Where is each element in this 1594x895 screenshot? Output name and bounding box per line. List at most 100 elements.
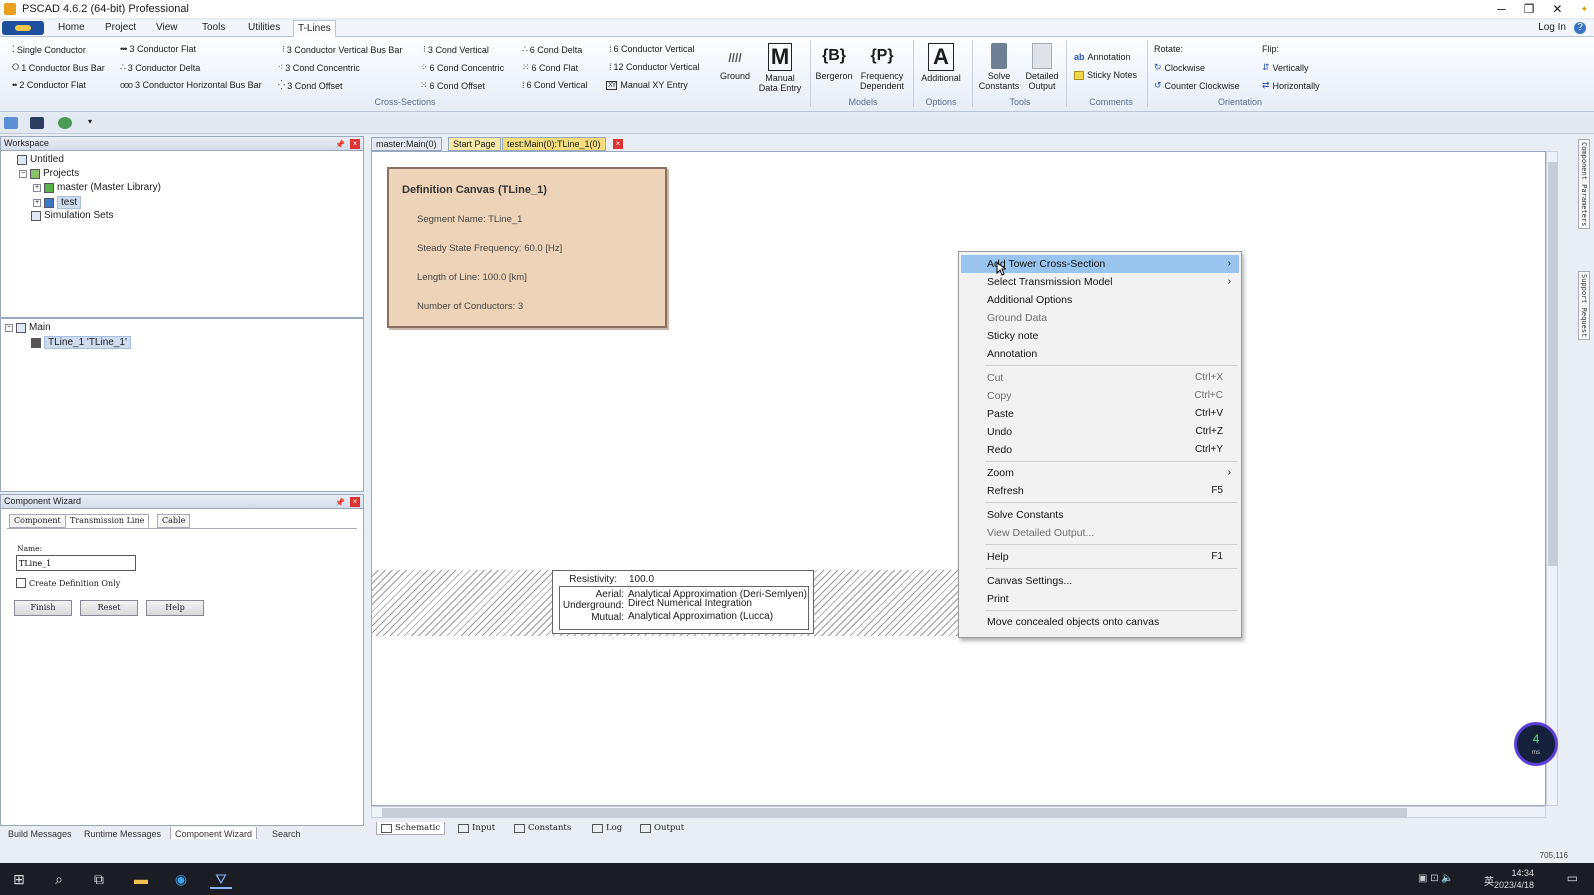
doc-tab-master-main[interactable]: master:Main(0): [371, 137, 442, 151]
flip-horizontally-button[interactable]: ⇄ Horizontally: [1262, 80, 1320, 91]
tree-item-test[interactable]: + test: [33, 196, 82, 209]
save-icon[interactable]: [30, 117, 44, 129]
tree-item-master-library[interactable]: + master (Master Library): [33, 182, 161, 193]
tree-item-tline[interactable]: TLine_1 'TLine_1': [31, 336, 131, 349]
six-cond-offset-button[interactable]: ⁙ 6 Cond Offset: [420, 80, 485, 91]
collapse-icon[interactable]: −: [19, 169, 27, 178]
expand-icon[interactable]: +: [33, 198, 41, 207]
tab-log[interactable]: Log: [588, 822, 626, 834]
pscad-taskbar-icon[interactable]: ⛛: [210, 869, 232, 889]
new-project-icon[interactable]: [4, 117, 18, 129]
customize-toolbar-icon[interactable]: ▾: [88, 117, 96, 129]
clock[interactable]: 14:34 2023/4/18: [1494, 867, 1534, 891]
menu-item-additional-options[interactable]: Additional Options: [961, 291, 1239, 309]
vertical-scroll-thumb[interactable]: [1548, 162, 1557, 566]
horizontal-scrollbar[interactable]: [371, 806, 1546, 818]
bergeron-button[interactable]: {B} Bergeron: [812, 43, 856, 81]
horizontal-scroll-thumb[interactable]: [382, 808, 1407, 817]
tab-input[interactable]: Input: [454, 822, 499, 834]
ground-button[interactable]: //// Ground: [718, 43, 752, 81]
menu-item-undo[interactable]: Undo Ctrl+Z: [961, 423, 1239, 441]
menu-item-paste[interactable]: Paste Ctrl+V: [961, 405, 1239, 423]
pin-button[interactable]: ✦: [1580, 0, 1588, 18]
menu-item-annotation[interactable]: Annotation: [961, 345, 1239, 363]
tree-item-projects[interactable]: − Projects: [19, 168, 79, 179]
additional-options-button[interactable]: A Additional: [915, 43, 967, 83]
collapse-icon[interactable]: −: [5, 323, 13, 332]
support-request-tab[interactable]: Support Request: [1578, 271, 1590, 341]
file-explorer-icon[interactable]: ▬: [130, 869, 152, 889]
menu-item-ground-data[interactable]: Ground Data: [961, 309, 1239, 327]
two-conductor-flat-button[interactable]: •• 2 Conductor Flat: [12, 80, 86, 90]
latency-badge[interactable]: 4 ms: [1514, 722, 1558, 766]
application-menu-button[interactable]: [2, 21, 44, 35]
six-cond-concentric-button[interactable]: ⁘ 6 Cond Concentric: [420, 62, 504, 73]
tab-t-lines[interactable]: T-Lines: [293, 20, 336, 37]
menu-item-zoom[interactable]: Zoom ›: [961, 464, 1239, 482]
tab-home[interactable]: Home: [54, 22, 89, 33]
menu-item-refresh[interactable]: Refresh F5: [961, 482, 1239, 500]
tree-item-untitled[interactable]: Untitled: [17, 154, 64, 165]
run-icon[interactable]: [58, 117, 72, 129]
menu-item-view-detailed-output[interactable]: View Detailed Output...: [961, 524, 1239, 542]
pin-icon[interactable]: 📌: [335, 138, 345, 151]
tab-transmission-line[interactable]: Transmission Line: [65, 514, 150, 528]
component-parameters-tab[interactable]: Component Parameters: [1578, 139, 1590, 230]
three-conductor-flat-button[interactable]: ••• 3 Conductor Flat: [120, 44, 196, 54]
tab-output[interactable]: Output: [636, 822, 688, 834]
finish-button[interactable]: Finish: [14, 600, 72, 616]
pane-splitter[interactable]: [1, 317, 363, 319]
tab-cable[interactable]: Cable: [157, 514, 191, 528]
tab-schematic[interactable]: Schematic: [376, 822, 446, 835]
detailed-output-button[interactable]: Detailed Output: [1022, 43, 1062, 91]
tab-view[interactable]: View: [152, 22, 182, 33]
doc-tab-tline-definition[interactable]: test:Main(0):TLine_1(0): [502, 137, 606, 151]
menu-item-cut[interactable]: Cut Ctrl+X: [961, 369, 1239, 387]
name-input[interactable]: [16, 555, 136, 571]
create-definition-only-checkbox[interactable]: Create Definition Only: [16, 578, 120, 588]
twelve-conductor-vertical-button[interactable]: ⁞ 12 Conductor Vertical: [609, 62, 700, 72]
ime-indicator[interactable]: 英: [1484, 873, 1494, 888]
pin-icon[interactable]: 📌: [335, 496, 345, 509]
rotate-counter-clockwise-button[interactable]: ↺ Counter Clockwise: [1154, 80, 1240, 91]
three-cond-concentric-button[interactable]: ⁖ 3 Cond Concentric: [278, 62, 360, 73]
three-conductor-horizontal-bus-bar-button[interactable]: ooo 3 Conductor Horizontal Bus Bar: [120, 80, 262, 90]
task-view-icon[interactable]: ⧉: [88, 869, 110, 889]
search-icon[interactable]: ⌕: [48, 869, 70, 889]
vertical-scrollbar[interactable]: [1546, 151, 1558, 806]
tab-utilities[interactable]: Utilities: [244, 22, 284, 33]
windows-start-icon[interactable]: ⊞: [8, 869, 30, 889]
six-cond-delta-button[interactable]: ∴ 6 Cond Delta: [522, 44, 582, 55]
edge-browser-icon[interactable]: ◉: [170, 869, 192, 889]
six-cond-vertical-button[interactable]: ⁞ 6 Cond Vertical: [522, 80, 588, 90]
log-in-link[interactable]: Log In: [1538, 22, 1566, 34]
annotation-button[interactable]: ab Annotation: [1074, 52, 1131, 62]
minimize-button[interactable]: ─: [1497, 0, 1506, 18]
one-conductor-bus-bar-button[interactable]: ⭘ 1 Conductor Bus Bar: [12, 62, 105, 73]
tray-icons[interactable]: ▣ ⊡ 🔈: [1418, 873, 1454, 884]
tab-project[interactable]: Project: [101, 22, 140, 33]
close-button[interactable]: ✕: [1552, 0, 1562, 18]
three-cond-vertical-button[interactable]: ⁝ 3 Cond Vertical: [423, 44, 489, 55]
menu-item-copy[interactable]: Copy Ctrl+C: [961, 387, 1239, 405]
menu-item-canvas-settings[interactable]: Canvas Settings...: [961, 572, 1239, 590]
tab-constants[interactable]: Constants: [510, 822, 575, 834]
solve-constants-button[interactable]: Solve Constants: [976, 43, 1022, 91]
three-conductor-delta-button[interactable]: ∴ 3 Conductor Delta: [120, 62, 200, 73]
doc-tab-start-page[interactable]: Start Page: [448, 137, 501, 151]
menu-item-redo[interactable]: Redo Ctrl+Y: [961, 441, 1239, 459]
three-cond-offset-button[interactable]: ⁛ 3 Cond Offset: [278, 80, 343, 91]
tree-item-simulation-sets[interactable]: Simulation Sets: [31, 210, 113, 221]
expand-icon[interactable]: +: [33, 183, 41, 192]
tab-component[interactable]: Component: [9, 514, 66, 528]
maximize-button[interactable]: ❐: [1524, 0, 1535, 18]
menu-item-solve-constants[interactable]: Solve Constants: [961, 506, 1239, 524]
frequency-dependent-button[interactable]: {P} Frequency Dependent: [856, 43, 908, 91]
menu-item-print[interactable]: Print: [961, 590, 1239, 608]
six-cond-flat-button[interactable]: ⁙ 6 Cond Flat: [522, 62, 578, 73]
help-icon[interactable]: ?: [1574, 22, 1586, 34]
close-tab-icon[interactable]: ×: [613, 139, 623, 149]
close-icon[interactable]: ×: [350, 497, 360, 507]
manual-xy-entry-button[interactable]: XY Manual XY Entry: [606, 80, 688, 90]
three-conductor-vertical-bus-bar-button[interactable]: ⁝ 3 Conductor Vertical Bus Bar: [282, 44, 402, 55]
